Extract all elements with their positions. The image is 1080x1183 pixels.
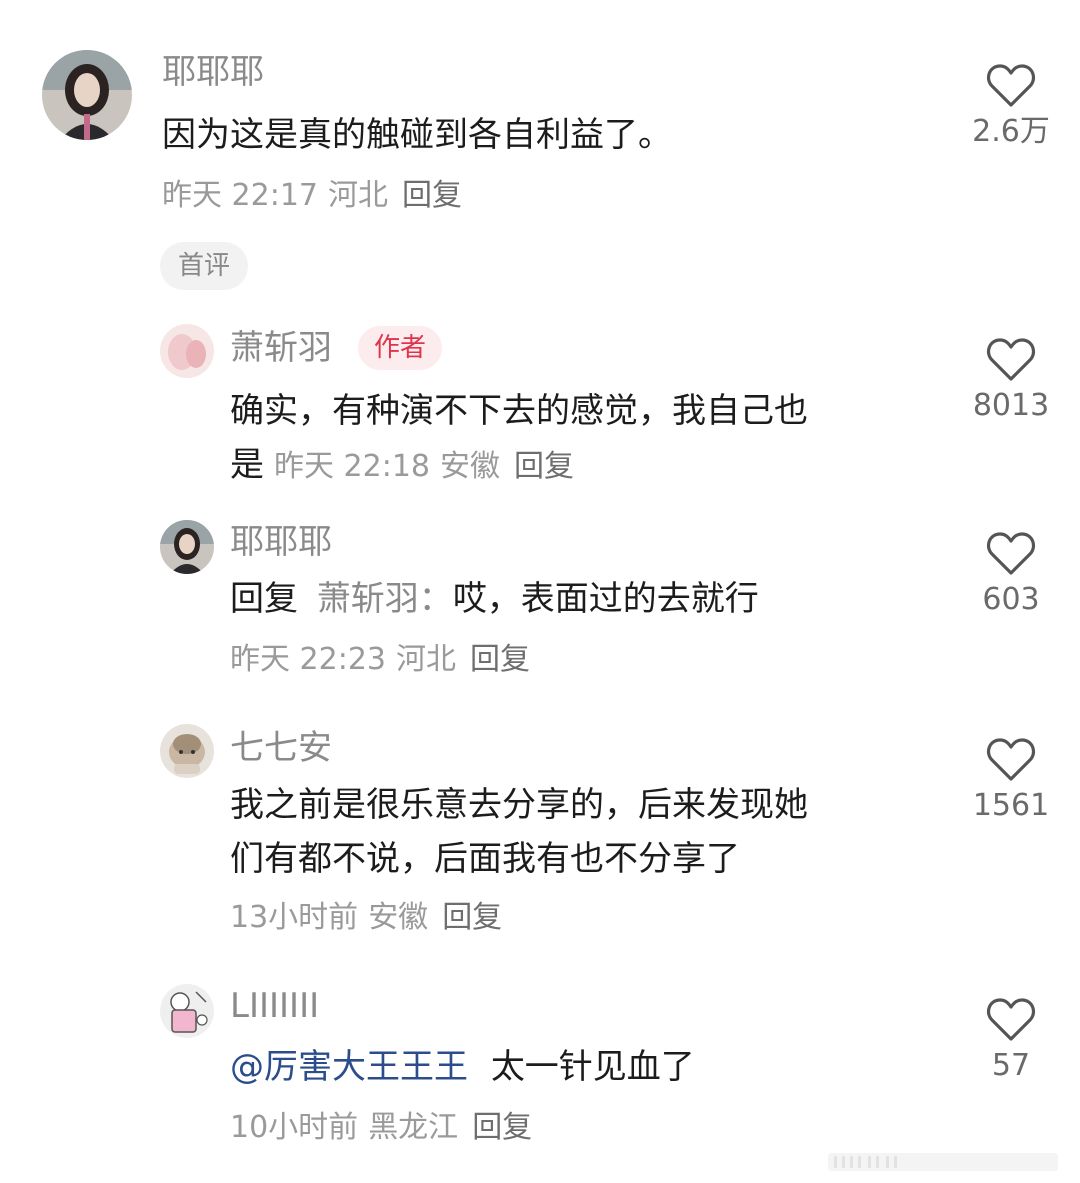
- author-badge: 作者: [358, 326, 443, 370]
- username[interactable]: 耶耶耶: [162, 52, 264, 92]
- like-count: 8013: [972, 388, 1050, 423]
- location: 安徽: [368, 900, 429, 935]
- timestamp: 10小时前: [230, 1110, 359, 1145]
- like-count: 2.6万: [972, 114, 1050, 149]
- avatar[interactable]: [160, 324, 214, 378]
- reply-button[interactable]: 回复: [472, 1110, 532, 1145]
- timestamp: 昨天 22:17: [162, 178, 318, 213]
- heart-outline-icon: [986, 338, 1036, 381]
- comment-text: 因为这是真的触碰到各自利益了。: [162, 115, 672, 155]
- timestamp: 昨天 22:18: [274, 449, 430, 484]
- reply-button[interactable]: 回复: [514, 449, 574, 484]
- reply-button[interactable]: 回复: [402, 178, 462, 213]
- like-count: 57: [991, 1048, 1031, 1083]
- comment-meta: 昨天 22:18 安徽 回复: [274, 449, 574, 484]
- avatar[interactable]: [160, 984, 214, 1038]
- heart-outline-icon: [986, 64, 1036, 107]
- comment-meta: 13小时前 安徽 回复: [230, 900, 502, 936]
- comment-text-tail: 是: [230, 445, 264, 485]
- reply-target-user[interactable]: 萧斩羽：: [317, 579, 453, 619]
- reply-button[interactable]: 回复: [470, 642, 530, 677]
- timestamp: 13小时前: [230, 900, 359, 935]
- avatar[interactable]: [42, 50, 132, 140]
- avatar[interactable]: [160, 520, 214, 574]
- like-button[interactable]: 2.6万: [966, 62, 1056, 150]
- like-count: 1561: [972, 788, 1050, 823]
- location: 安徽: [440, 449, 500, 484]
- like-count: 603: [982, 582, 1040, 617]
- heart-outline-icon: [986, 532, 1036, 575]
- reply-button[interactable]: 回复: [442, 900, 502, 935]
- username[interactable]: LIIIIIII: [230, 986, 319, 1026]
- comment-text-line: 们有都不说，后面我有也不分享了: [230, 839, 740, 879]
- watermark: [828, 1149, 1058, 1175]
- location: 河北: [396, 642, 456, 677]
- comment-text-line: 我之前是很乐意去分享的，后来发现她: [230, 785, 808, 825]
- comment-text-line: 确实，有种演不下去的感觉，我自己也: [230, 391, 808, 431]
- username[interactable]: 萧斩羽: [230, 328, 332, 368]
- comment-body: 太一针见血了: [490, 1047, 695, 1087]
- like-button[interactable]: 8013: [966, 336, 1056, 424]
- comment-text: @厉害大王王王 太一针见血了: [230, 1040, 695, 1094]
- avatar[interactable]: [160, 724, 214, 778]
- username[interactable]: 耶耶耶: [230, 522, 332, 562]
- comment-body: 哎，表面过的去就行: [452, 579, 759, 619]
- like-button[interactable]: 1561: [966, 736, 1056, 824]
- reply-prefix: 回复: [230, 579, 298, 619]
- comment-text: 回复 萧斩羽：哎，表面过的去就行: [230, 572, 759, 626]
- heart-outline-icon: [986, 738, 1036, 781]
- heart-outline-icon: [986, 998, 1036, 1041]
- comment-meta: 昨天 22:23 河北 回复: [230, 642, 530, 678]
- mention-link[interactable]: @厉害大王王王: [230, 1047, 468, 1087]
- username[interactable]: 七七安: [230, 728, 332, 768]
- comment-meta: 昨天 22:17 河北 回复: [162, 178, 462, 214]
- comment-meta: 10小时前 黑龙江 回复: [230, 1110, 532, 1146]
- timestamp: 昨天 22:23: [230, 642, 386, 677]
- location: 黑龙江: [368, 1110, 459, 1145]
- like-button[interactable]: 57: [966, 996, 1056, 1084]
- like-button[interactable]: 603: [966, 530, 1056, 618]
- first-comment-tag: 首评: [160, 242, 249, 290]
- location: 河北: [328, 178, 388, 213]
- comment-text-line: 是昨天 22:18 安徽 回复: [230, 438, 574, 494]
